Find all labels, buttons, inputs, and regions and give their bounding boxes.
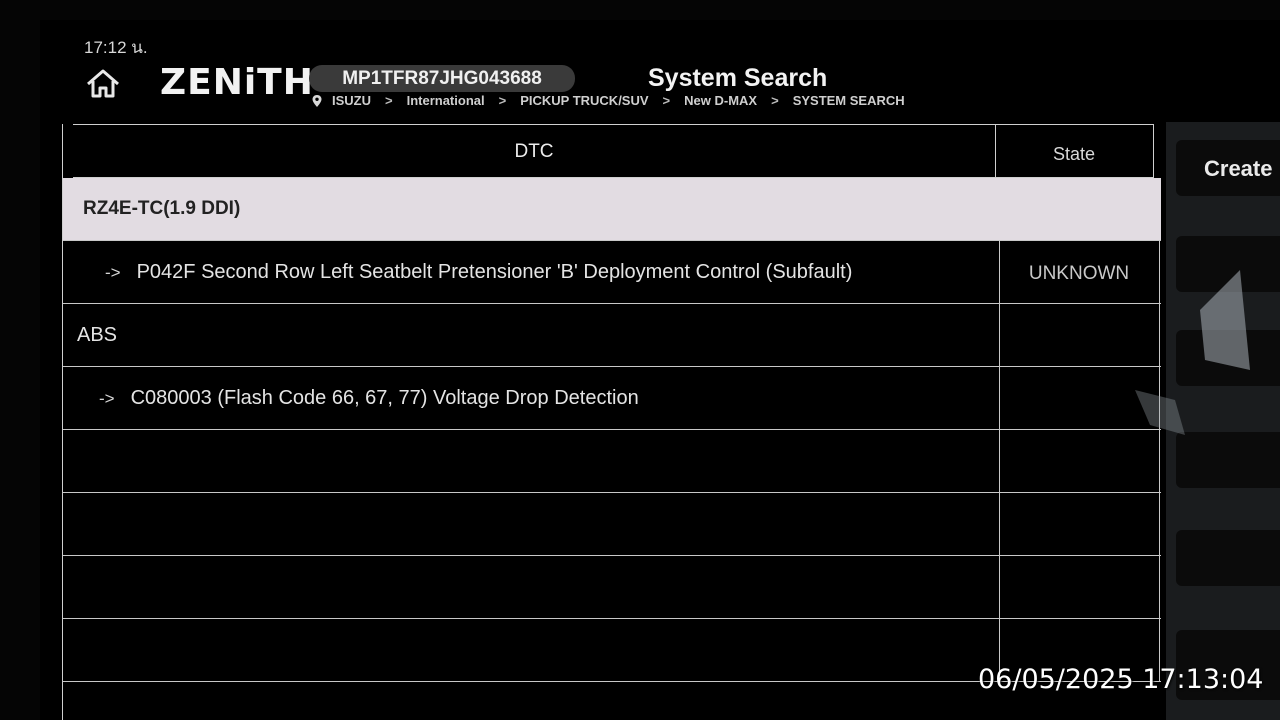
row-state (999, 178, 1159, 240)
system-name: RZ4E-TC(1.9 DDI) (83, 198, 241, 219)
empty-cell (63, 493, 1000, 555)
breadcrumb-item-model[interactable]: New D-MAX (684, 93, 757, 108)
table-row-dtc[interactable]: -> C080003 (Flash Code 66, 67, 77) Voltag… (63, 367, 1161, 430)
vin-badge: MP1TFR87JHG043688 (309, 65, 575, 92)
screen-glare (1135, 270, 1250, 435)
breadcrumb-item-region[interactable]: International (407, 93, 485, 108)
dtc-table: DTC State RZ4E-TC(1.9 DDI) -> P042F Secon… (62, 124, 1161, 720)
table-row-empty (63, 556, 1161, 619)
home-icon (87, 69, 119, 98)
breadcrumb-item-make[interactable]: ISUZU (332, 93, 371, 108)
dtc-description: C080003 (Flash Code 66, 67, 77) Voltage … (130, 387, 639, 409)
system-name: ABS (63, 304, 1000, 366)
dtc-description: P042F Second Row Left Seatbelt Pretensio… (136, 261, 853, 283)
table-row-system[interactable]: RZ4E-TC(1.9 DDI) (63, 178, 1161, 241)
table-header: DTC State (73, 124, 1154, 178)
table-row-empty (63, 430, 1161, 493)
breadcrumb-separator: > (771, 93, 779, 108)
status-time: 17:12 น. (84, 38, 148, 57)
photo-timestamp: 06/05/2025 17:13:04 (978, 664, 1264, 695)
function-button-f5[interactable] (1176, 530, 1280, 586)
breadcrumb-separator: > (662, 93, 671, 108)
table-row-empty (63, 493, 1161, 556)
arrow-indicator: -> (99, 389, 115, 408)
breadcrumb-separator: > (498, 93, 507, 108)
empty-cell (999, 493, 1160, 555)
table-row-system[interactable]: ABS (63, 304, 1161, 367)
create-button-label: Create (1204, 156, 1273, 181)
breadcrumb-item-category[interactable]: PICKUP TRUCK/SUV (520, 93, 648, 108)
breadcrumb: ISUZU > International > PICKUP TRUCK/SUV… (310, 93, 905, 108)
column-header-state: State (1052, 144, 1096, 164)
empty-cell (999, 556, 1160, 618)
dtc-cell: -> P042F Second Row Left Seatbelt Pretens… (63, 241, 1000, 303)
page-title: System Search (648, 64, 828, 92)
arrow-indicator: -> (105, 263, 121, 282)
empty-cell (63, 619, 1000, 681)
breadcrumb-separator: > (385, 93, 393, 108)
table-row-dtc[interactable]: -> P042F Second Row Left Seatbelt Pretens… (63, 241, 1161, 304)
location-pin-icon (312, 94, 322, 107)
breadcrumb-item-current: SYSTEM SEARCH (792, 93, 905, 108)
empty-cell (63, 430, 1000, 492)
zenith-logo: ZENiTH (160, 62, 314, 103)
column-header-dtc: DTC (73, 125, 996, 177)
home-button[interactable] (84, 66, 122, 102)
dtc-cell: -> C080003 (Flash Code 66, 67, 77) Voltag… (63, 367, 1000, 429)
empty-cell (63, 556, 1000, 618)
function-button-f4[interactable] (1176, 432, 1280, 488)
